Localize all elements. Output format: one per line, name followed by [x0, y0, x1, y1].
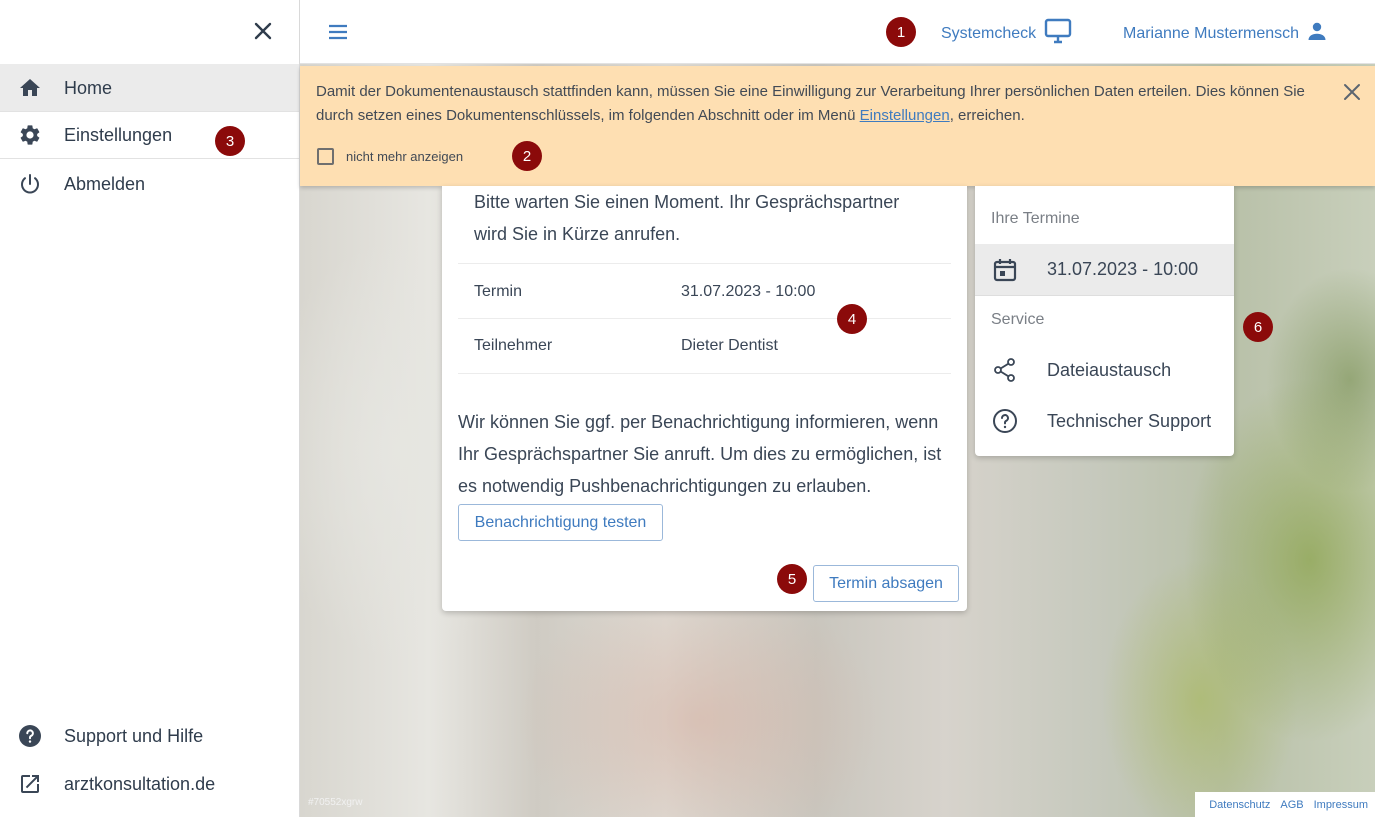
navigation-drawer: Home Einstellungen Abmelden Support und … — [0, 0, 300, 817]
annotation-badge: 3 — [215, 126, 245, 156]
banner-message: Damit der Dokumentenaustausch stattfinde… — [316, 80, 1346, 128]
settings-link[interactable]: Einstellungen — [860, 107, 950, 124]
detail-key: Teilnehmer — [474, 337, 553, 354]
systemcheck-button[interactable]: Systemcheck — [941, 18, 1072, 49]
service-file-exchange[interactable]: Dateiaustausch — [975, 344, 1234, 396]
sidebar-item-home[interactable]: Home — [0, 64, 299, 112]
appointment-item[interactable]: 31.07.2023 - 10:00 — [975, 244, 1234, 296]
sidebar-item-label: Home — [64, 77, 113, 98]
detail-key: Termin — [474, 282, 523, 300]
sidebar-item-label: Abmelden — [64, 173, 146, 194]
share-icon — [992, 357, 1018, 383]
test-notification-button[interactable]: Benachrichtigung testen — [458, 504, 663, 541]
notification-info: Wir können Sie ggf. per Benachrichtigung… — [458, 412, 942, 496]
privacy-link[interactable]: Datenschutz — [1209, 799, 1270, 811]
annotation-badge: 2 — [512, 141, 542, 171]
service-header: Service — [991, 311, 1045, 328]
service-label: Dateiaustausch — [1047, 359, 1172, 380]
power-icon — [18, 172, 42, 196]
background-tag: #70552xgrw — [308, 797, 363, 808]
imprint-link[interactable]: Impressum — [1314, 799, 1368, 811]
user-name: Marianne Mustermensch — [1123, 24, 1300, 42]
checkbox-label: nicht mehr anzeigen — [346, 149, 464, 164]
gear-icon — [18, 123, 42, 147]
appointments-header: Ihre Termine — [991, 210, 1080, 227]
cancel-appointment-button[interactable]: Termin absagen — [813, 565, 959, 602]
user-icon — [1305, 19, 1329, 48]
service-technical-support[interactable]: Technischer Support — [975, 395, 1234, 447]
appointment-label: 31.07.2023 - 10:00 — [1047, 259, 1199, 279]
monitor-icon — [1044, 18, 1072, 49]
hamburger-menu-icon[interactable] — [326, 20, 350, 44]
banner-text-part: , erreichen. — [949, 107, 1025, 124]
detail-value: Dieter Dentist — [681, 337, 778, 354]
banner-text-part: Damit der Dokumentenaustausch stattfinde… — [316, 83, 1305, 124]
detail-value: 31.07.2023 - 10:00 — [681, 282, 816, 300]
annotation-badge: 4 — [837, 304, 867, 334]
sidebar-item-logout[interactable]: Abmelden — [0, 160, 299, 208]
user-menu-button[interactable]: Marianne Mustermensch — [1123, 19, 1329, 48]
sidebar-item-support[interactable]: Support und Hilfe — [0, 712, 299, 760]
help-circle-icon — [18, 724, 42, 748]
annotation-badge: 5 — [777, 564, 807, 594]
terms-link[interactable]: AGB — [1280, 799, 1303, 811]
close-icon[interactable] — [1340, 80, 1364, 104]
home-icon — [18, 76, 42, 100]
annotation-badge: 6 — [1243, 312, 1273, 342]
checkbox-box[interactable] — [317, 148, 334, 165]
footer-links: Datenschutz AGB Impressum — [1195, 792, 1375, 817]
top-bar: Systemcheck Marianne Mustermensch — [300, 0, 1375, 64]
detail-row-appointment: Termin 31.07.2023 - 10:00 — [458, 263, 951, 319]
close-icon[interactable] — [250, 18, 276, 44]
sidebar-item-label: Einstellungen — [64, 124, 173, 145]
appointments-panel: Ihre Termine 31.07.2023 - 10:00 Service … — [975, 186, 1234, 456]
help-outline-icon — [992, 408, 1018, 434]
external-link-icon — [18, 772, 42, 796]
wait-message: Bitte warten Sie einen Moment. Ihr Gespr… — [474, 192, 900, 244]
dont-show-again-checkbox[interactable]: nicht mehr anzeigen — [317, 148, 463, 165]
service-label: Technischer Support — [1047, 410, 1212, 431]
systemcheck-label: Systemcheck — [941, 24, 1037, 42]
consent-banner: Damit der Dokumentenaustausch stattfinde… — [300, 66, 1375, 186]
sidebar-item-settings[interactable]: Einstellungen — [0, 111, 299, 159]
waiting-room-card: Bitte warten Sie einen Moment. Ihr Gespr… — [442, 186, 967, 611]
sidebar-item-label: Support und Hilfe — [64, 725, 204, 746]
annotation-badge: 1 — [886, 17, 916, 47]
calendar-icon — [992, 257, 1018, 283]
sidebar-item-website[interactable]: arztkonsultation.de — [0, 760, 299, 808]
sidebar-item-label: arztkonsultation.de — [64, 773, 216, 794]
detail-row-participant: Teilnehmer Dieter Dentist — [458, 318, 951, 374]
